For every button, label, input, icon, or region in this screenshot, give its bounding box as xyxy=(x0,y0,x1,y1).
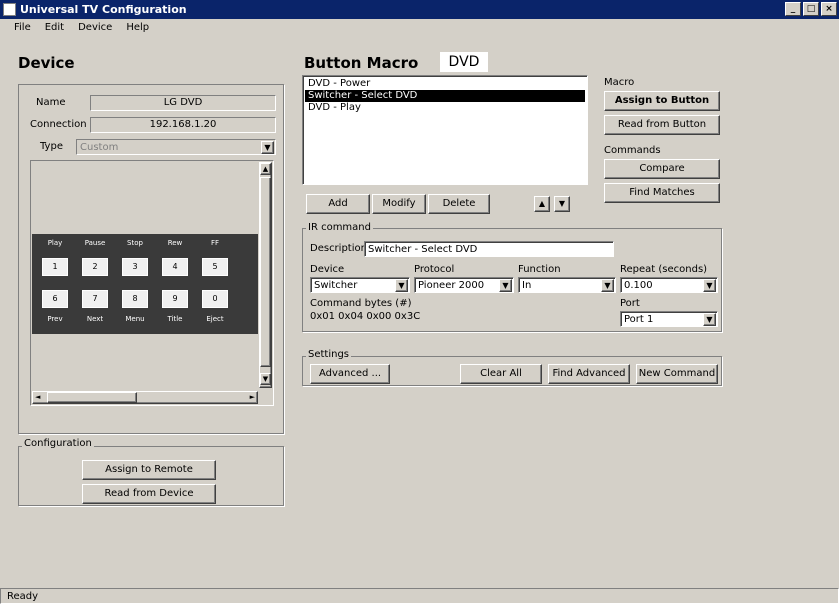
remote-label: Eject xyxy=(206,315,224,323)
scroll-left-icon[interactable]: ◄ xyxy=(35,392,40,403)
remote-key[interactable]: 7 xyxy=(82,290,108,308)
remote-label: FF xyxy=(210,239,220,247)
chevron-down-icon[interactable]: ▼ xyxy=(499,279,512,292)
device-heading: Device xyxy=(18,54,75,72)
macro-device-name: DVD xyxy=(440,52,488,72)
configuration-title: Configuration xyxy=(22,438,94,449)
read-from-button-button[interactable]: Read from Button xyxy=(604,115,720,135)
port-dropdown[interactable]: Port 1 ▼ xyxy=(620,311,718,327)
compare-button[interactable]: Compare xyxy=(604,159,720,179)
read-from-device-button[interactable]: Read from Device xyxy=(82,484,216,504)
remote-key[interactable]: 5 xyxy=(202,258,228,276)
title-bar: Universal TV Configuration _ □ × xyxy=(0,0,839,19)
delete-button[interactable]: Delete xyxy=(428,194,490,214)
device-dropdown[interactable]: Switcher ▼ xyxy=(310,277,410,293)
menu-device[interactable]: Device xyxy=(78,22,112,38)
vertical-scrollbar[interactable]: ▲ ▼ xyxy=(259,162,272,388)
description-label: Description xyxy=(310,243,367,254)
remote-label: Rew xyxy=(167,239,183,247)
commands-group-title: Commands xyxy=(604,145,661,156)
chevron-down-icon[interactable]: ▼ xyxy=(261,141,274,154)
scroll-down-icon[interactable]: ▼ xyxy=(260,373,271,385)
new-command-button[interactable]: New Command xyxy=(636,364,718,384)
chevron-down-icon[interactable]: ▼ xyxy=(703,279,716,292)
remote-label: Play xyxy=(47,239,63,247)
remote-key[interactable]: 4 xyxy=(162,258,188,276)
remote-key[interactable]: 3 xyxy=(122,258,148,276)
remote-key[interactable]: 0 xyxy=(202,290,228,308)
type-value: Custom xyxy=(80,142,119,153)
device-label: Device xyxy=(310,264,345,275)
button-macro-heading: Button Macro xyxy=(304,54,419,72)
move-up-icon[interactable]: ▲ xyxy=(534,196,550,212)
window-title: Universal TV Configuration xyxy=(20,3,187,16)
connection-value: 192.168.1.20 xyxy=(90,117,276,133)
remote-key[interactable]: 6 xyxy=(42,290,68,308)
scroll-right-icon[interactable]: ► xyxy=(250,392,255,403)
close-button[interactable]: × xyxy=(821,2,837,16)
description-input[interactable]: Switcher - Select DVD xyxy=(364,241,614,257)
connection-label: Connection xyxy=(30,119,87,130)
advanced-button[interactable]: Advanced ... xyxy=(310,364,390,384)
remote-label: Title xyxy=(167,315,183,323)
ir-command-title: IR command xyxy=(306,222,373,233)
function-label: Function xyxy=(518,264,561,275)
function-dropdown[interactable]: In ▼ xyxy=(518,277,616,293)
type-dropdown[interactable]: Custom ▼ xyxy=(76,139,276,155)
list-item[interactable]: DVD - Power xyxy=(305,78,585,90)
assign-to-button-button[interactable]: Assign to Button xyxy=(604,91,720,111)
modify-button[interactable]: Modify xyxy=(372,194,426,214)
app-icon xyxy=(3,3,16,16)
scroll-thumb[interactable] xyxy=(260,177,271,367)
menu-help[interactable]: Help xyxy=(126,22,149,38)
remote-label: Menu xyxy=(125,315,145,323)
move-down-icon[interactable]: ▼ xyxy=(554,196,570,212)
assign-to-remote-button[interactable]: Assign to Remote xyxy=(82,460,216,480)
find-matches-button[interactable]: Find Matches xyxy=(604,183,720,203)
horizontal-scrollbar[interactable]: ◄ ► xyxy=(32,391,258,404)
clear-all-button[interactable]: Clear All xyxy=(460,364,542,384)
remote-key[interactable]: 2 xyxy=(82,258,108,276)
remote-label: Prev xyxy=(47,315,63,323)
status-text: Ready xyxy=(7,591,39,602)
type-label: Type xyxy=(40,141,63,152)
repeat-dropdown[interactable]: 0.100 ▼ xyxy=(620,277,718,293)
remote-label: Stop xyxy=(127,239,143,247)
settings-title: Settings xyxy=(306,349,352,360)
macro-list[interactable]: DVD - Power Switcher - Select DVD DVD - … xyxy=(302,75,588,185)
remote-label: Pause xyxy=(84,239,106,247)
macro-group-title: Macro xyxy=(604,77,635,88)
protocol-label: Protocol xyxy=(414,264,455,275)
status-bar: Ready xyxy=(0,588,839,604)
add-button[interactable]: Add xyxy=(306,194,370,214)
list-item[interactable]: DVD - Play xyxy=(305,102,585,114)
maximize-button[interactable]: □ xyxy=(803,2,819,16)
minimize-button[interactable]: _ xyxy=(785,2,801,16)
remote-label: Next xyxy=(86,315,104,323)
command-bytes-label: Command bytes (#) xyxy=(310,298,412,309)
chevron-down-icon[interactable]: ▼ xyxy=(703,313,716,326)
remote-key[interactable]: 1 xyxy=(42,258,68,276)
remote-control-image: Play Pause Stop Rew FF 1 2 3 4 5 6 7 8 9… xyxy=(32,234,258,334)
remote-key[interactable]: 9 xyxy=(162,290,188,308)
name-value: LG DVD xyxy=(90,95,276,111)
command-bytes-value: 0x01 0x04 0x00 0x3C xyxy=(310,311,421,322)
list-item-selected[interactable]: Switcher - Select DVD xyxy=(305,90,585,102)
port-label: Port xyxy=(620,298,640,309)
scroll-up-icon[interactable]: ▲ xyxy=(260,163,271,175)
chevron-down-icon[interactable]: ▼ xyxy=(395,279,408,292)
h-scroll-thumb[interactable] xyxy=(47,392,137,403)
menu-file[interactable]: File xyxy=(14,22,31,38)
menu-bar: File Edit Device Help xyxy=(0,19,839,38)
repeat-label: Repeat (seconds) xyxy=(620,264,708,275)
protocol-dropdown[interactable]: Pioneer 2000 ▼ xyxy=(414,277,514,293)
name-label: Name xyxy=(36,97,66,108)
chevron-down-icon[interactable]: ▼ xyxy=(601,279,614,292)
remote-key[interactable]: 8 xyxy=(122,290,148,308)
find-advanced-button[interactable]: Find Advanced xyxy=(548,364,630,384)
menu-edit[interactable]: Edit xyxy=(45,22,64,38)
